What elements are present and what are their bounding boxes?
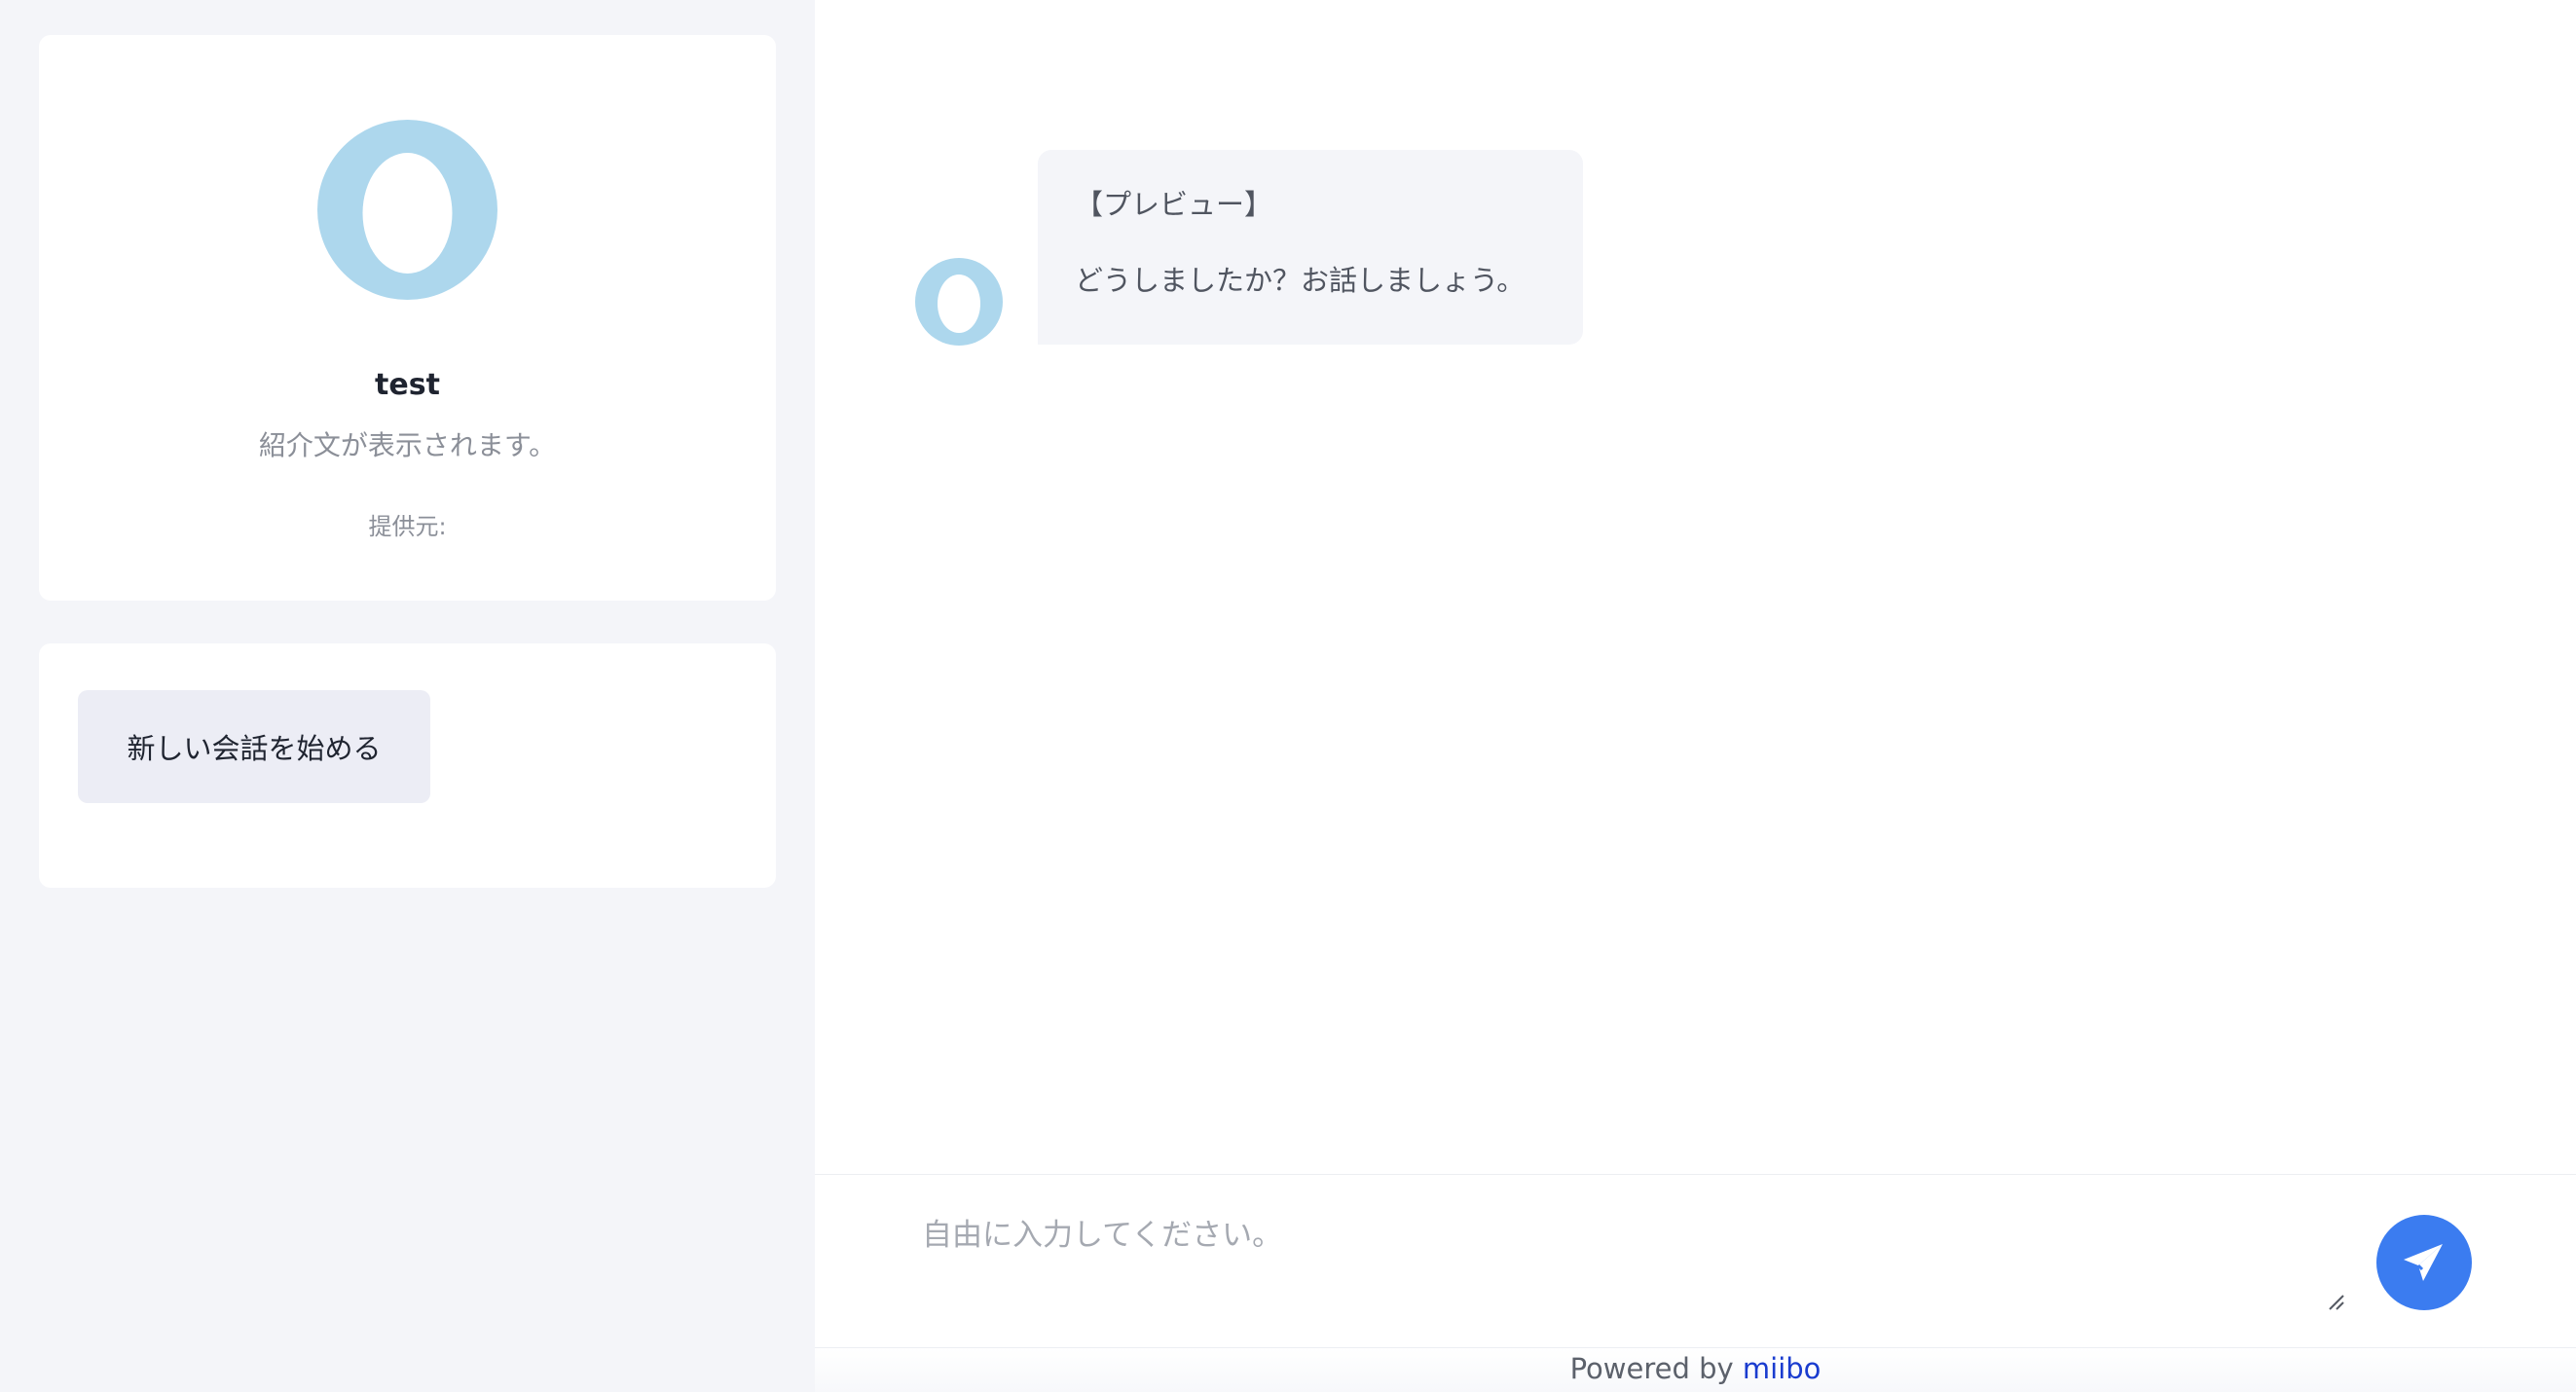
actions-card: 新しい会話を始める bbox=[39, 643, 776, 888]
resize-handle-icon[interactable] bbox=[2326, 1292, 2345, 1311]
message-line: 【プレビュー】 bbox=[1075, 188, 1273, 221]
bot-name: test bbox=[375, 368, 440, 402]
miibo-link[interactable]: miibo bbox=[1743, 1352, 1822, 1385]
provider-label: 提供元: bbox=[368, 513, 447, 540]
bot-profile-card: test 紹介文が表示されます。 提供元: bbox=[39, 35, 776, 601]
message-input[interactable] bbox=[922, 1214, 2188, 1311]
footer: Powered by miibo bbox=[815, 1347, 2576, 1392]
bot-avatar-icon bbox=[317, 120, 497, 300]
chat-app: test 紹介文が表示されます。 提供元: 新しい会話を始める 【プレビュー】 … bbox=[0, 0, 2576, 1392]
new-chat-button[interactable]: 新しい会話を始める bbox=[78, 690, 430, 803]
paper-plane-icon bbox=[2404, 1244, 2443, 1281]
footer-prefix: Powered by bbox=[1569, 1352, 1734, 1385]
bot-message-avatar-icon bbox=[915, 258, 1003, 346]
chat-main: 【プレビュー】 どうしましたか？お話しましょう。 Powered by miib… bbox=[815, 0, 2576, 1392]
send-button[interactable] bbox=[2376, 1215, 2472, 1310]
message-bubble: 【プレビュー】 どうしましたか？お話しましょう。 bbox=[1038, 150, 1583, 345]
sidebar: test 紹介文が表示されます。 提供元: 新しい会話を始める bbox=[0, 0, 815, 1392]
composer bbox=[815, 1174, 2576, 1348]
message-line: どうしましたか？お話しましょう。 bbox=[1075, 264, 1526, 297]
bot-description: 紹介文が表示されます。 bbox=[258, 429, 557, 461]
